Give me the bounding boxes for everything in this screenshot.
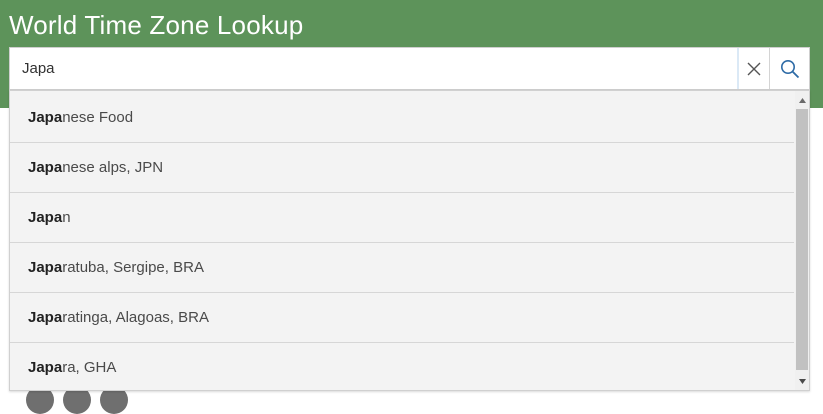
- scroll-thumb[interactable]: [796, 109, 808, 370]
- suggestion-rest-text: ratinga, Alagoas, BRA: [62, 309, 209, 326]
- suggestion-rest-text: nese Food: [62, 109, 134, 126]
- suggestion-item[interactable]: Japaratuba, Sergipe, BRA: [10, 243, 794, 293]
- search-icon: [780, 59, 799, 78]
- suggestion-menu: Japanese Food Japanese alps, JPN Japan J…: [9, 90, 810, 391]
- suggestion-rest-text: ratuba, Sergipe, BRA: [62, 259, 204, 276]
- suggestion-rest-text: nese alps, JPN: [62, 159, 164, 176]
- suggestion-list: Japanese Food Japanese alps, JPN Japan J…: [10, 93, 794, 390]
- suggestion-item[interactable]: Japan: [10, 193, 794, 243]
- search-button[interactable]: [769, 48, 809, 89]
- suggestion-match-text: Japa: [28, 209, 63, 226]
- suggestion-match-text: Japa: [28, 109, 63, 126]
- suggestion-item[interactable]: Japaratinga, Alagoas, BRA: [10, 293, 794, 343]
- suggestion-rest-text: ra, GHA: [62, 359, 117, 376]
- caret-up-icon: [798, 97, 806, 103]
- suggestion-match-text: Japa: [28, 359, 63, 376]
- search-bar: [9, 47, 810, 90]
- suggestion-rest-text: n: [62, 209, 71, 226]
- suggestion-item[interactable]: Japanese alps, JPN: [10, 143, 794, 193]
- suggestion-item[interactable]: Japara, GHA: [10, 343, 794, 390]
- suggestion-item[interactable]: Japanese Food: [10, 93, 794, 143]
- clear-search-button[interactable]: [737, 48, 769, 89]
- scroll-up-button[interactable]: [795, 93, 809, 107]
- app-title: World Time Zone Lookup: [9, 10, 304, 40]
- suggestion-match-text: Japa: [28, 309, 63, 326]
- suggestion-match-text: Japa: [28, 159, 63, 176]
- search-input[interactable]: [10, 48, 737, 89]
- caret-down-icon: [798, 378, 806, 384]
- suggestion-match-text: Japa: [28, 259, 63, 276]
- suggestion-scrollbar[interactable]: [795, 91, 809, 390]
- close-icon: [747, 62, 761, 75]
- scroll-down-button[interactable]: [795, 374, 809, 388]
